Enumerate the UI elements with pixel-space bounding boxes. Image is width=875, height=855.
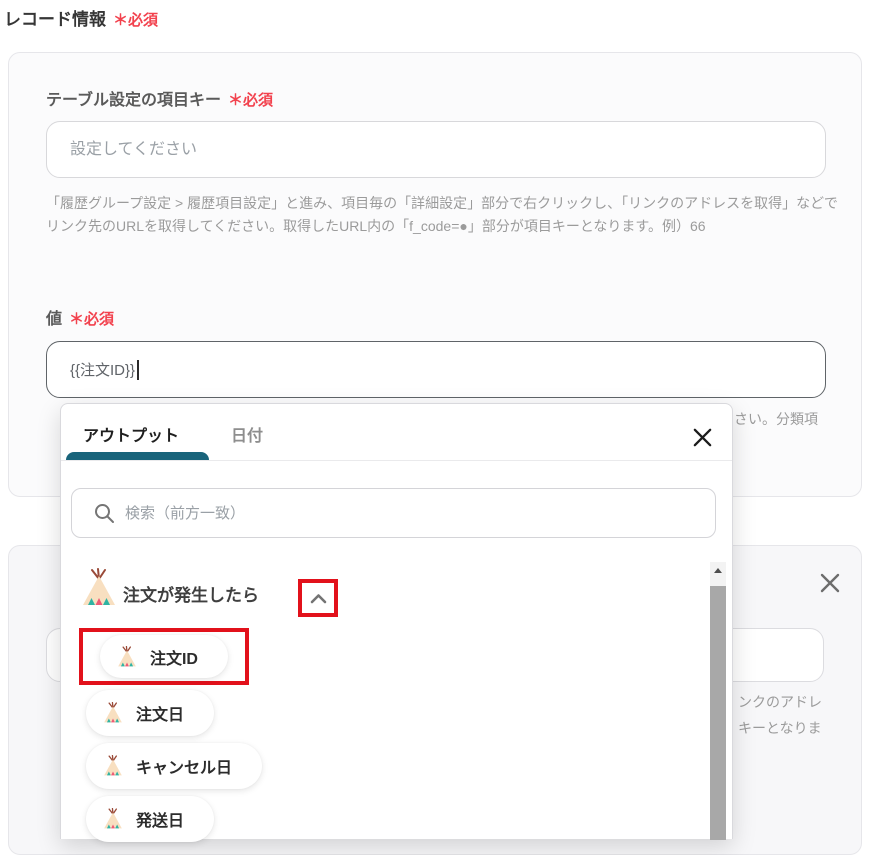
scrollbar-thumb[interactable] bbox=[710, 586, 726, 840]
close-icon[interactable] bbox=[817, 570, 843, 596]
value-required-badge: ＊必須 bbox=[69, 311, 115, 328]
tent-icon bbox=[104, 808, 122, 829]
required-badge: ＊必須 bbox=[113, 12, 159, 29]
value-help-text-fragment: さい。分類項 bbox=[734, 411, 818, 427]
tent-icon bbox=[118, 645, 136, 666]
list-item-order-id[interactable]: 注文ID bbox=[99, 635, 228, 678]
search-input[interactable] bbox=[125, 504, 715, 522]
search-icon bbox=[95, 503, 114, 523]
item-key-help-text: 「履歴グループ設定 > 履歴項目設定」と進み、項目毎の「詳細設定」部分で右クリッ… bbox=[46, 195, 838, 234]
list-item-order-date[interactable]: 注文日 bbox=[86, 690, 215, 736]
page-title: レコード情報 ＊必須 bbox=[4, 5, 158, 30]
second-help-line-1: ンクのアドレ bbox=[738, 694, 822, 710]
second-help-text-fragment: ンクのアドレ キーとなりま bbox=[738, 689, 822, 741]
list-item-label: キャンセル日 bbox=[136, 760, 233, 777]
scrollbar[interactable] bbox=[710, 562, 726, 840]
value-input-text: {{注文ID}} bbox=[70, 362, 136, 379]
value-label: 値 ＊必須 bbox=[46, 305, 114, 329]
page-title-text: レコード情報 bbox=[4, 10, 106, 29]
tent-icon bbox=[104, 702, 122, 723]
list-item-ship-date[interactable]: 発送日 bbox=[86, 796, 215, 842]
close-icon[interactable] bbox=[689, 424, 715, 450]
tent-icon bbox=[104, 755, 122, 776]
tab-output[interactable]: アウトプット bbox=[83, 422, 179, 446]
list-item-label: 注文ID bbox=[149, 650, 198, 668]
list-item-label: 発送日 bbox=[136, 813, 185, 830]
second-help-line-2: キーとなりま bbox=[738, 720, 822, 736]
tab-divider bbox=[61, 460, 732, 461]
value-input[interactable]: {{注文ID}} bbox=[46, 341, 826, 398]
list-item-label: 注文日 bbox=[136, 707, 185, 724]
value-label-text: 値 bbox=[46, 311, 63, 328]
item-key-label: テーブル設定の項目キー ＊必須 bbox=[46, 86, 273, 110]
tab-date[interactable]: 日付 bbox=[231, 422, 263, 446]
item-key-input[interactable] bbox=[46, 121, 826, 178]
order-id-highlight-box: 注文ID bbox=[79, 628, 249, 685]
list-item-cancel-date[interactable]: キャンセル日 bbox=[86, 743, 263, 789]
tent-icon bbox=[83, 568, 115, 605]
item-key-label-text: テーブル設定の項目キー bbox=[46, 92, 222, 109]
chevron-up-icon[interactable] bbox=[310, 593, 327, 604]
text-caret bbox=[137, 359, 139, 380]
trigger-group-label: 注文が発生したら bbox=[123, 586, 259, 605]
search-box bbox=[71, 488, 716, 538]
item-key-required-badge: ＊必須 bbox=[228, 92, 274, 109]
collapse-highlight-box bbox=[298, 579, 338, 617]
output-picker-panel: アウトプット 日付 注文が発生したら bbox=[60, 403, 733, 842]
scroll-up-arrow-icon[interactable] bbox=[710, 562, 726, 579]
